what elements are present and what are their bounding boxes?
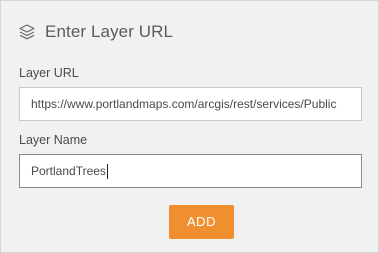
layers-icon bbox=[18, 23, 36, 41]
layer-name-label: Layer Name bbox=[19, 133, 88, 147]
layer-url-input[interactable]: https://www.portlandmaps.com/arcgis/rest… bbox=[19, 87, 362, 121]
layer-name-value: PortlandTrees bbox=[31, 164, 106, 178]
enter-layer-url-panel: Enter Layer URL Layer URL https://www.po… bbox=[0, 0, 379, 253]
add-button[interactable]: ADD bbox=[169, 205, 234, 239]
layer-name-input[interactable]: PortlandTrees bbox=[19, 154, 362, 188]
layer-url-value: https://www.portlandmaps.com/arcgis/rest… bbox=[31, 97, 337, 111]
panel-header: Enter Layer URL bbox=[18, 19, 173, 45]
layer-url-label: Layer URL bbox=[19, 66, 79, 80]
panel-title: Enter Layer URL bbox=[45, 22, 174, 41]
text-cursor bbox=[106, 164, 108, 180]
